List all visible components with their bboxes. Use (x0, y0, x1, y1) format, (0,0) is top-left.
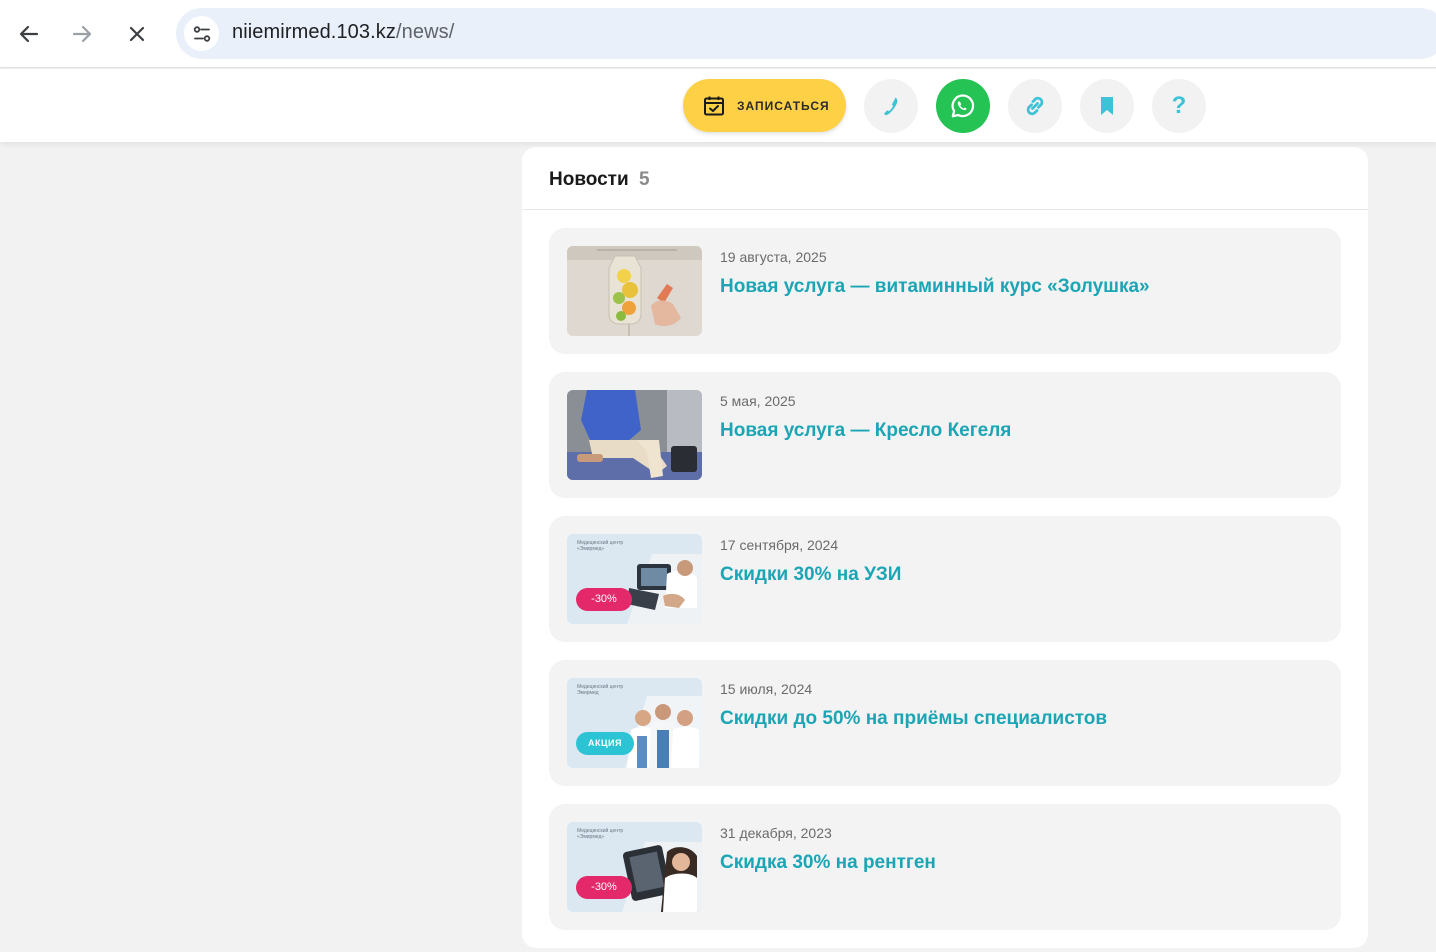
news-panel-header: Новости 5 (522, 147, 1368, 210)
news-card[interactable]: Медицинский центр «Эмирмед» -30% 31 дека… (549, 804, 1341, 930)
discount-badge: -30% (576, 588, 632, 611)
discount-badge: -30% (576, 876, 632, 899)
news-card[interactable]: 5 мая, 2025 Новая услуга — Кресло Кегеля (549, 372, 1341, 498)
back-button[interactable] (9, 14, 49, 54)
bookmark-button[interactable] (1080, 79, 1134, 133)
news-count: 5 (639, 169, 650, 190)
link-button[interactable] (1008, 79, 1062, 133)
news-link[interactable]: Новая услуга — витаминный курс «Золушка» (720, 276, 1150, 298)
news-link[interactable]: Скидки до 50% на приёмы специалистов (720, 708, 1107, 730)
phone-icon (884, 97, 898, 116)
news-thumbnail-iv-drip[interactable] (567, 246, 702, 336)
news-card[interactable]: 19 августа, 2025 Новая услуга — витаминн… (549, 228, 1341, 354)
site-info-icon (193, 25, 210, 42)
arrow-left-icon (19, 25, 39, 43)
news-thumbnail-kegel-chair[interactable] (567, 390, 702, 480)
forward-button[interactable] (62, 14, 102, 54)
news-date: 15 июля, 2024 (720, 681, 813, 697)
news-date: 31 декабря, 2023 (720, 825, 832, 841)
whatsapp-icon (951, 94, 975, 118)
book-appointment-button[interactable]: ЗАПИСАТЬСЯ (683, 79, 846, 132)
promo-badge: АКЦИЯ (576, 732, 634, 755)
promo-caption: Медицинский центр Эмирмед (577, 684, 624, 696)
address-bar[interactable]: niiemirmed.103.kz/news/ (176, 8, 1436, 59)
help-button[interactable]: ? (1152, 79, 1206, 133)
news-thumbnail-ultrasound-promo[interactable]: Медицинский центр «Эмирмед» -30% (567, 534, 702, 624)
news-thumbnail-doctors-promo[interactable]: Медицинский центр Эмирмед АКЦИЯ (567, 678, 702, 768)
news-link[interactable]: Скидки 30% на УЗИ (720, 564, 901, 586)
site-header: ЗАПИСАТЬСЯ ? (0, 69, 1436, 142)
site-info-button[interactable] (184, 16, 219, 51)
news-date: 5 мая, 2025 (720, 393, 796, 409)
news-link[interactable]: Скидка 30% на рентген (720, 852, 936, 874)
url-host: niiemirmed.103.kz (232, 21, 396, 43)
browser-toolbar: niiemirmed.103.kz/news/ (0, 0, 1436, 68)
promo-caption: Медицинский центр «Эмирмед» (577, 540, 624, 552)
book-appointment-label: ЗАПИСАТЬСЯ (737, 98, 830, 113)
link-icon (1026, 96, 1044, 116)
news-title: Новости (549, 169, 629, 190)
news-panel: Новости 5 19 августа, 2025 Новая услуга … (522, 147, 1368, 948)
url-path: /news/ (396, 21, 455, 43)
news-card[interactable]: Медицинский центр Эмирмед АКЦИЯ 15 июля,… (549, 660, 1341, 786)
news-date: 17 сентября, 2024 (720, 537, 839, 553)
stop-loading-button[interactable] (117, 14, 157, 54)
news-thumbnail-xray-promo[interactable]: Медицинский центр «Эмирмед» -30% (567, 822, 702, 912)
phone-button[interactable] (864, 79, 918, 133)
news-link[interactable]: Новая услуга — Кресло Кегеля (720, 420, 1011, 442)
arrow-right-icon (72, 25, 92, 43)
whatsapp-button[interactable] (936, 79, 990, 133)
promo-caption: Медицинский центр «Эмирмед» (577, 828, 624, 840)
question-mark-icon: ? (1171, 92, 1187, 119)
calendar-check-icon (704, 96, 724, 115)
close-icon (129, 26, 145, 42)
news-date: 19 августа, 2025 (720, 249, 827, 265)
url-text[interactable]: niiemirmed.103.kz/news/ (232, 21, 454, 44)
news-card[interactable]: Медицинский центр «Эмирмед» -30% 17 сент… (549, 516, 1341, 642)
bookmark-icon (1101, 97, 1113, 115)
